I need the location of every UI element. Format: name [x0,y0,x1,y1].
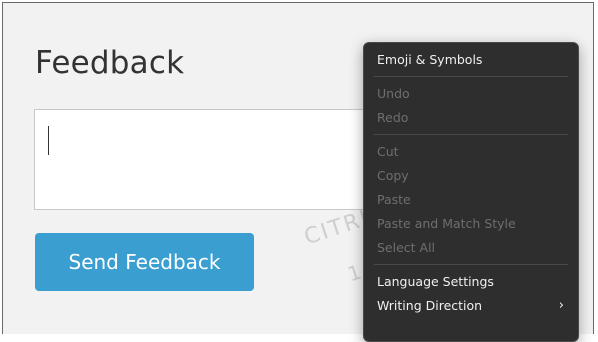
context-menu: Emoji & Symbols Undo Redo Cut Copy Paste… [363,42,579,342]
watermark-number: 1 [344,259,365,287]
menu-separator [374,264,568,265]
menu-separator [374,134,568,135]
menu-item-language-settings[interactable]: Language Settings [364,270,578,294]
page-title: Feedback [35,45,185,81]
menu-item-select-all[interactable]: Select All [364,236,578,260]
menu-item-emoji-symbols[interactable]: Emoji & Symbols [364,48,578,72]
menu-item-paste[interactable]: Paste [364,188,578,212]
text-caret [48,126,49,155]
menu-item-paste-match-style[interactable]: Paste and Match Style [364,212,578,236]
menu-item-undo[interactable]: Undo [364,82,578,106]
menu-item-copy[interactable]: Copy [364,164,578,188]
menu-item-redo[interactable]: Redo [364,106,578,130]
menu-item-label: Writing Direction [377,298,483,313]
send-feedback-button[interactable]: Send Feedback [35,233,254,291]
menu-item-writing-direction[interactable]: Writing Direction › [364,294,578,318]
menu-item-cut[interactable]: Cut [364,140,578,164]
menu-separator [374,76,568,77]
chevron-right-icon: › [558,298,564,313]
feedback-textarea[interactable] [34,109,374,210]
